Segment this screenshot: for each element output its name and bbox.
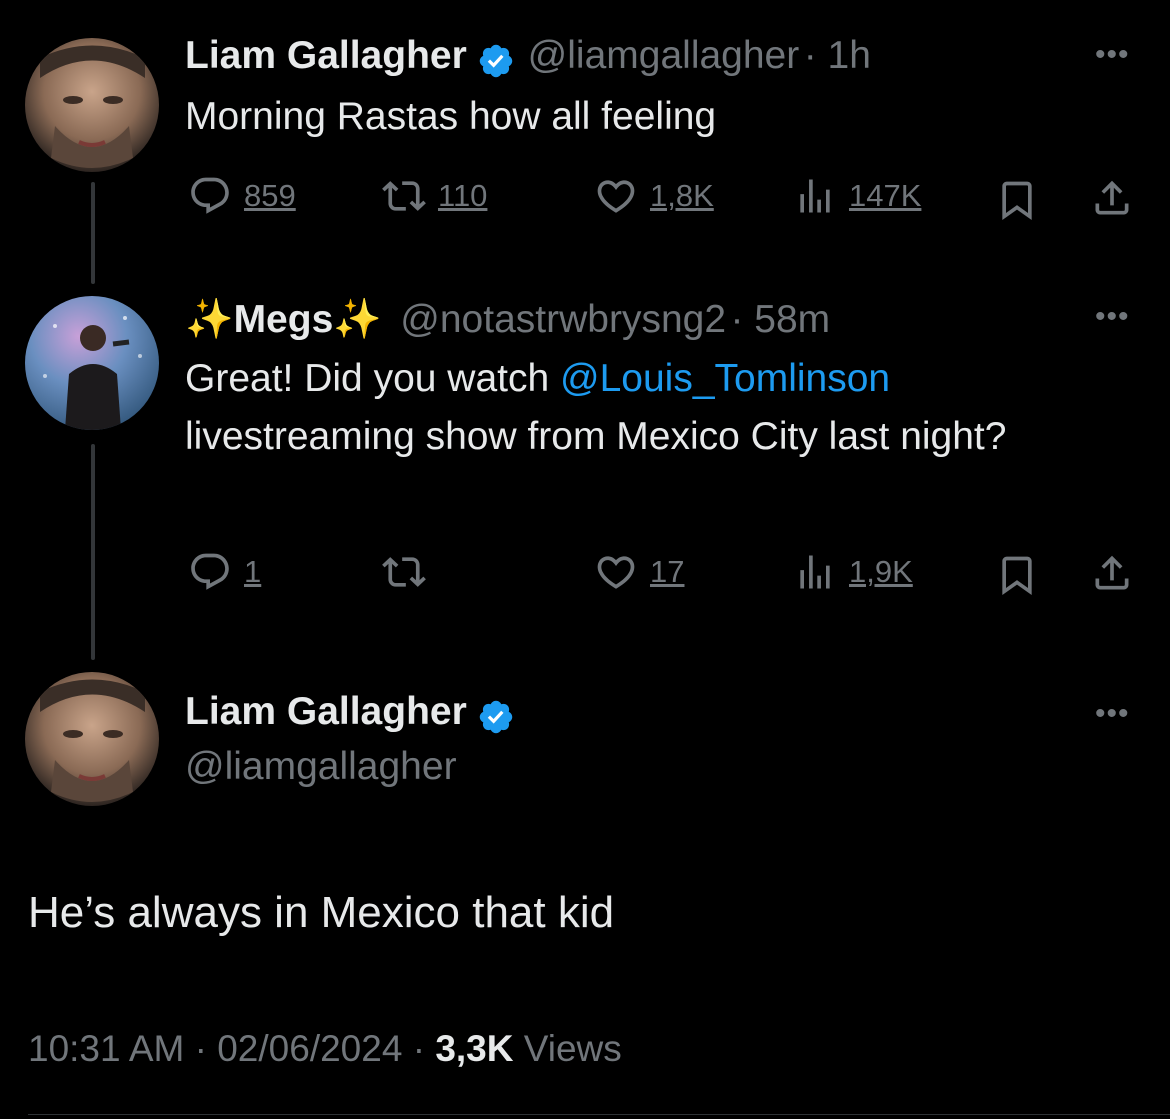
views-count: 3,3K	[435, 1028, 514, 1069]
views-count: 147K	[849, 178, 922, 213]
bookmark-button[interactable]	[995, 553, 1039, 597]
views-label: Views	[523, 1028, 622, 1069]
retweet-icon	[382, 181, 426, 211]
tweet-header: Liam Gallagher @liamgallagher · 1h	[185, 34, 871, 85]
reply-icon	[191, 177, 229, 214]
views-count: 1,9K	[849, 554, 913, 589]
avatar[interactable]	[25, 672, 159, 806]
more-icon[interactable]: •••	[1095, 38, 1130, 72]
tweet-time[interactable]: · 1h	[804, 34, 871, 77]
author-name[interactable]: Liam Gallagher	[185, 690, 467, 733]
verified-icon	[477, 698, 515, 741]
author-handle[interactable]: @liamgallagher	[185, 745, 457, 789]
retweet-button[interactable]: 110	[382, 174, 487, 218]
bookmark-icon	[1002, 556, 1032, 596]
retweet-count: 110	[438, 178, 488, 213]
thread-line	[91, 182, 95, 284]
divider	[28, 1114, 1170, 1115]
tweet-header: ✨Megs✨ @notastrwbrysng2 · 58m	[185, 296, 830, 342]
heart-icon	[597, 556, 635, 589]
like-count: 1,8K	[650, 178, 714, 213]
like-button[interactable]: 17	[594, 550, 684, 594]
avatar[interactable]	[25, 296, 159, 430]
author-name[interactable]: Megs	[234, 298, 334, 341]
retweet-button[interactable]	[382, 550, 438, 594]
tweet-text: Morning Rastas how all feeling	[185, 95, 717, 138]
sparkle-icon: ✨	[185, 298, 234, 341]
share-icon	[1095, 555, 1129, 590]
more-icon[interactable]: •••	[1095, 697, 1130, 731]
tweet-time[interactable]: · 58m	[730, 298, 830, 341]
mention-link[interactable]: @Louis_Tomlinson	[560, 357, 890, 400]
reply-count: 1	[244, 554, 262, 589]
separator: ·	[194, 1028, 218, 1069]
views-button[interactable]: 1,9K	[793, 550, 913, 594]
reply-icon	[191, 553, 229, 590]
reply-button[interactable]: 1	[188, 550, 261, 594]
reply-count: 859	[244, 178, 296, 213]
verified-icon	[477, 42, 515, 85]
like-count: 17	[650, 554, 685, 589]
share-button[interactable]	[1090, 551, 1134, 595]
tweet-time[interactable]: 10:31 AM	[28, 1028, 184, 1069]
tweet-meta: 10:31 AM · 02/06/2024 · 3,3K Views	[28, 1028, 622, 1070]
author-handle[interactable]: @notastrwbrysng2	[400, 298, 726, 341]
main-tweet-text: He’s always in Mexico that kid	[28, 888, 615, 937]
views-icon	[800, 179, 830, 213]
retweet-icon	[382, 557, 426, 587]
separator: ·	[412, 1028, 436, 1069]
author-name[interactable]: Liam Gallagher	[185, 34, 467, 77]
tweet-header: Liam Gallagher	[185, 690, 515, 741]
views-button[interactable]: 147K	[793, 174, 921, 218]
share-icon	[1095, 180, 1129, 215]
more-icon[interactable]: •••	[1095, 300, 1130, 334]
like-button[interactable]: 1,8K	[594, 174, 714, 218]
sparkle-icon: ✨	[333, 298, 382, 341]
reply-button[interactable]: 859	[188, 174, 296, 218]
author-handle[interactable]: @liamgallagher	[528, 34, 800, 77]
share-button[interactable]	[1090, 176, 1134, 220]
bookmark-icon	[1002, 181, 1032, 221]
tweet-text-part: livestreaming show from Mexico City last…	[185, 415, 1007, 458]
views-icon	[800, 555, 830, 589]
tweet-text-part: Great! Did you watch	[185, 357, 560, 400]
thread-line	[91, 444, 95, 660]
avatar[interactable]	[25, 38, 159, 172]
heart-icon	[597, 180, 635, 213]
bookmark-button[interactable]	[995, 178, 1039, 222]
tweet-text: Great! Did you watch @Louis_Tomlinson li…	[185, 350, 1085, 466]
tweet-date[interactable]: 02/06/2024	[217, 1028, 402, 1069]
